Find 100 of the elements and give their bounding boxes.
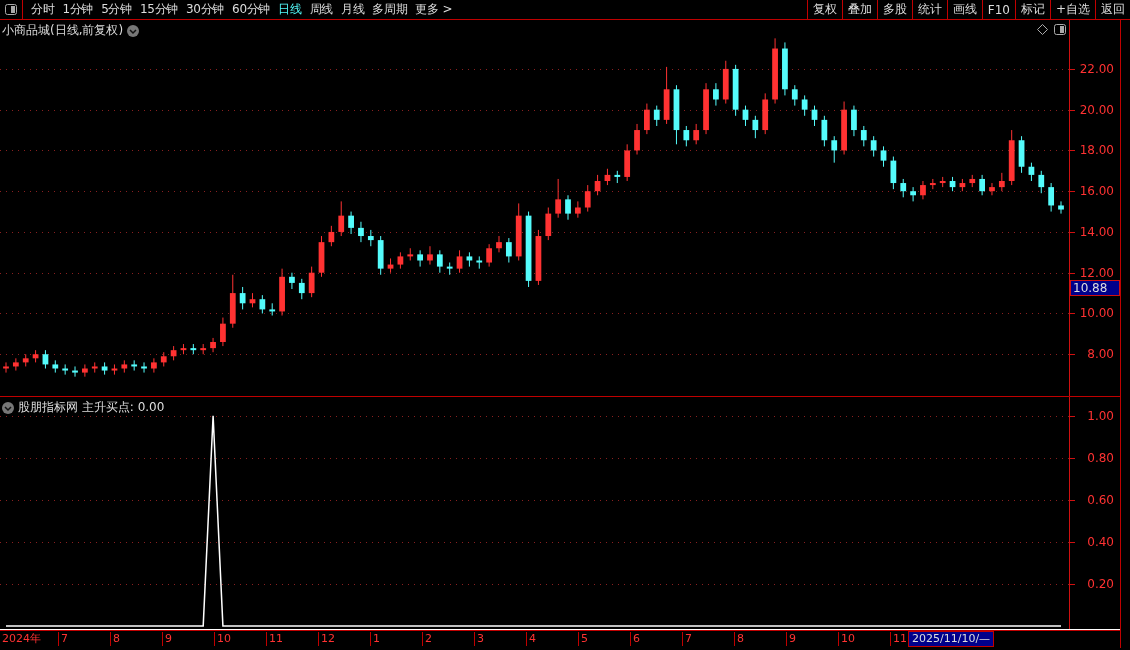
candlestick	[91, 361, 98, 374]
panel-icon[interactable]	[1054, 24, 1066, 35]
axis-label: 22.00	[1079, 60, 1114, 77]
chart-title: 小商品城(日线,前复权)	[2, 22, 124, 39]
candlestick	[831, 135, 838, 164]
period-tab[interactable]: 5分钟	[97, 0, 136, 19]
candlestick	[614, 170, 621, 184]
period-tab[interactable]: 月线	[336, 0, 369, 19]
candlestick	[121, 359, 128, 374]
candlestick	[851, 105, 857, 137]
candlestick	[762, 92, 769, 135]
period-tab[interactable]: 30分钟	[182, 0, 229, 19]
axis-label: 18.00	[1079, 142, 1114, 159]
toolbar-button[interactable]: 多股	[876, 0, 912, 19]
candlestick	[673, 84, 680, 145]
candlestick	[683, 125, 690, 147]
axis-label: 12.00	[1079, 264, 1114, 281]
date-label: 5	[578, 631, 630, 646]
candlestick	[22, 353, 29, 367]
date-label: 10	[214, 631, 266, 646]
candlestick	[732, 64, 739, 117]
candlestick	[505, 237, 512, 264]
date-label: 3	[474, 631, 526, 646]
date-label: 6	[630, 631, 682, 646]
candlestick	[1028, 162, 1035, 182]
toolbar-button[interactable]: 返回	[1095, 0, 1130, 19]
candlestick	[387, 257, 394, 274]
date-label: 7	[682, 631, 734, 646]
candlestick	[407, 247, 414, 261]
candlestick	[486, 243, 492, 268]
date-label: 12	[318, 631, 370, 646]
toolbar-button[interactable]: F10	[981, 0, 1015, 19]
candlestick	[466, 251, 473, 268]
candlestick	[436, 249, 443, 274]
candlestick	[821, 115, 828, 147]
chevron-down-icon[interactable]	[2, 401, 14, 414]
toolbar-button[interactable]: 统计	[911, 0, 947, 19]
candlestick	[880, 145, 887, 168]
candlestick	[32, 349, 39, 363]
candlestick	[989, 182, 995, 196]
candlestick	[693, 123, 700, 145]
candlestick	[791, 84, 798, 107]
candlestick	[180, 343, 187, 355]
candlestick	[82, 363, 88, 378]
axis-label: 1.00	[1087, 407, 1114, 424]
candlestick	[565, 194, 571, 221]
candlestick	[417, 249, 423, 268]
period-tab[interactable]: 更多 >	[411, 0, 457, 19]
date-label: 1	[370, 631, 422, 646]
candlestick	[1018, 135, 1025, 174]
candlestick	[200, 343, 207, 355]
candlestick	[377, 235, 384, 276]
candlestick	[298, 278, 305, 300]
candlestick	[476, 255, 483, 270]
diamond-icon[interactable]	[1037, 24, 1048, 35]
axis-label: 10.00	[1079, 305, 1114, 322]
candlestick	[318, 235, 325, 278]
period-tab[interactable]: 1分钟	[58, 0, 98, 19]
candlestick	[870, 135, 877, 158]
candlestick	[979, 174, 985, 196]
chevron-down-icon[interactable]	[127, 24, 140, 37]
candlestick	[742, 105, 749, 127]
date-label: 9	[162, 631, 214, 646]
candlestick	[604, 168, 611, 186]
period-tab[interactable]: 周线	[305, 0, 337, 19]
toolbar-button[interactable]: 标记	[1014, 0, 1050, 19]
indicator-title: 股朋指标网 主升买点: 0.00	[18, 399, 165, 416]
candlestick	[42, 349, 49, 369]
period-tab[interactable]: 日线	[274, 0, 306, 19]
candlestick	[929, 178, 936, 190]
toolbar-button[interactable]: +自选	[1049, 0, 1095, 19]
toolbar-button[interactable]: 复权	[806, 0, 842, 19]
period-tab[interactable]: 60分钟	[228, 0, 275, 19]
date-label: 8	[734, 631, 786, 646]
candlestick	[52, 359, 59, 374]
toolbar-button[interactable]: 叠加	[841, 0, 877, 19]
candlestick	[624, 143, 631, 182]
candlestick	[969, 174, 976, 188]
period-tab[interactable]: 分时	[27, 0, 59, 19]
date-label: 9	[786, 631, 838, 646]
axis-label: 14.00	[1079, 223, 1114, 240]
candlestick	[841, 101, 847, 155]
axis-label: 8.00	[1087, 346, 1114, 363]
candlestick	[358, 221, 364, 243]
candlestick	[210, 337, 216, 353]
candlestick	[752, 115, 759, 139]
toolbar-button[interactable]: 画线	[946, 0, 982, 19]
candlestick	[1038, 170, 1045, 194]
candlestick	[151, 357, 157, 374]
axis-label: 16.00	[1079, 183, 1114, 200]
candlestick	[515, 202, 522, 261]
candlestick	[367, 229, 374, 247]
candlestick	[427, 245, 433, 266]
candlestick	[446, 262, 453, 276]
date-label: 10	[838, 631, 890, 646]
period-tab[interactable]: 15分钟	[135, 0, 182, 19]
candlestick	[338, 200, 345, 237]
candlestick	[1048, 182, 1055, 213]
period-tab[interactable]: 多周期	[368, 0, 412, 19]
candlestick	[594, 174, 601, 196]
